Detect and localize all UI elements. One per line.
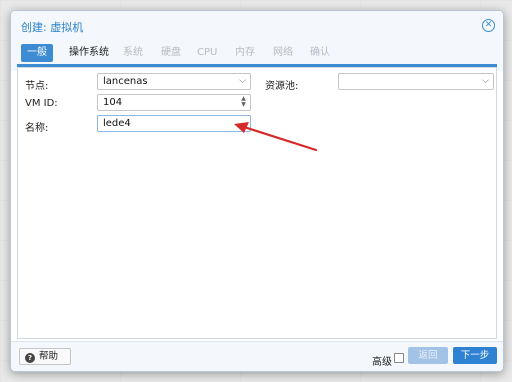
node-value: lancenas [103,76,148,87]
tab-general[interactable]: 一般 [21,44,53,62]
question-icon: ? [25,353,35,363]
vmid-input[interactable]: 104 ▲ ▼ [97,94,251,111]
next-button[interactable]: 下一步 [453,347,497,364]
close-icon[interactable]: ✕ [482,19,495,32]
dialog-title: 创建: 虚拟机 [21,21,84,34]
name-input[interactable]: lede4 [97,115,251,132]
spinner-icon[interactable]: ▲ ▼ [240,96,247,108]
vmid-label: VM ID: [25,98,58,109]
tab-disk[interactable]: 硬盘 [161,44,181,62]
name-value: lede4 [103,118,131,129]
pool-select[interactable]: ⌵ [338,73,494,90]
dialog-footer: ? 帮助 高级 返回 下一步 [11,341,503,371]
help-button[interactable]: ? 帮助 [19,348,71,365]
tab-confirm[interactable]: 确认 [310,44,330,62]
tab-os[interactable]: 操作系统 [69,44,109,62]
chevron-down-icon[interactable]: ⌵ [482,74,489,89]
chevron-down-icon[interactable]: ⌵ [239,74,246,89]
help-label: 帮助 [39,351,59,362]
node-label: 节点: [25,81,49,92]
name-label: 名称: [25,123,49,134]
advanced-label: 高级 [372,357,392,368]
back-button[interactable]: 返回 [408,347,448,364]
advanced-checkbox[interactable] [394,353,404,363]
dialog-titlebar: 创建: 虚拟机 ✕ [11,11,503,41]
tab-network[interactable]: 网络 [273,44,293,62]
node-select[interactable]: lancenas ⌵ [97,73,251,90]
pool-label: 资源池: [265,81,299,92]
create-vm-dialog: 创建: 虚拟机 ✕ 一般 操作系统 系统 硬盘 CPU 内存 网络 确认 节点:… [10,10,504,372]
tab-cpu[interactable]: CPU [197,44,217,62]
tab-memory[interactable]: 内存 [235,44,255,62]
tab-system[interactable]: 系统 [123,44,143,62]
form-panel: 节点: lancenas ⌵ 资源池: ⌵ VM ID: 104 ▲ ▼ 名称: … [17,67,497,339]
vmid-value: 104 [103,97,123,108]
